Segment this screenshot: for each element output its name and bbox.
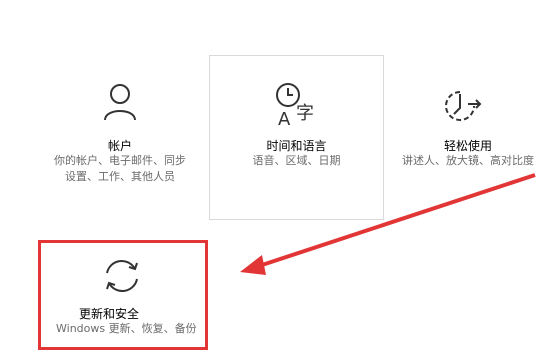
tile-ease-of-access[interactable]: 轻松使用 讲述人、放大镜、高对比度 [398,60,540,220]
tile-description: 你的帐户、电子邮件、同步 设置、工作、其他人员 [54,154,186,183]
sync-icon [101,255,143,301]
tile-title: 帐户 [107,139,132,153]
tile-update-security[interactable]: 更新和安全 Windows 更新、恢复、备份 [38,240,208,350]
timer-icon [442,88,484,128]
tile-description: 讲述人、放大镜、高对比度 [402,154,534,167]
user-icon [102,82,138,126]
tile-title: 时间和语言 [266,139,327,153]
time-language-icon: A 字 [274,81,320,133]
tile-description: Windows 更新、恢复、备份 [56,322,197,335]
tile-accounts[interactable]: 帐户 你的帐户、电子邮件、同步 设置、工作、其他人员 [40,60,200,220]
tile-title: 更新和安全 [79,307,140,321]
svg-text:字: 字 [296,103,314,124]
svg-text:A: A [278,109,291,129]
tile-description: 语音、区域、日期 [252,154,341,167]
tile-title: 轻松使用 [444,139,493,153]
tile-time-language[interactable]: A 字 时间和语言 语音、区域、日期 [209,55,384,220]
